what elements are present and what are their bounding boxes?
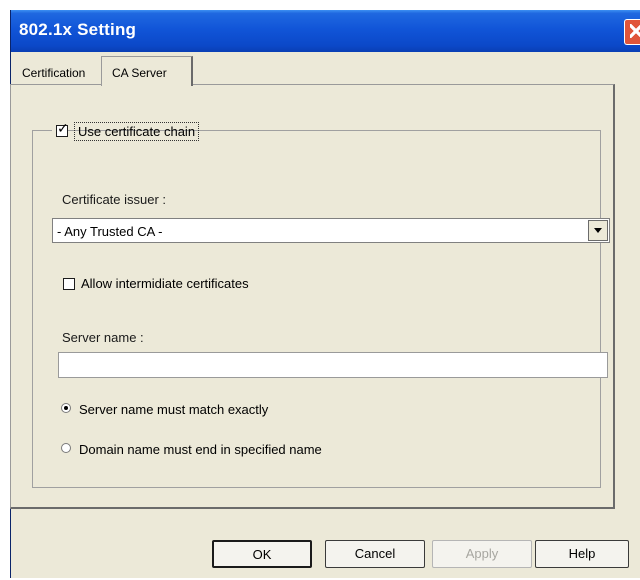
tab-certification[interactable]: Certification — [22, 66, 85, 80]
close-icon[interactable] — [624, 19, 640, 45]
group-legend: Use certificate chain — [52, 120, 200, 142]
radio-match-exactly-label[interactable]: Server name must match exactly — [79, 402, 268, 417]
chevron-down-icon[interactable] — [588, 220, 608, 241]
help-button[interactable]: Help — [535, 540, 629, 568]
use-certificate-chain-checkbox[interactable] — [56, 121, 69, 137]
allow-intermediate-label[interactable]: Allow intermidiate certificates — [81, 276, 249, 291]
tab-ca-server[interactable]: CA Server — [101, 56, 193, 86]
use-certificate-chain-label[interactable]: Use certificate chain — [74, 122, 200, 141]
certificate-chain-group — [32, 130, 601, 488]
radio-domain-suffix-label[interactable]: Domain name must end in specified name — [79, 442, 322, 457]
certificate-issuer-dropdown[interactable]: - Any Trusted CA - — [52, 218, 610, 243]
radio-domain-suffix-button[interactable] — [61, 443, 71, 453]
ok-button[interactable]: OK — [212, 540, 312, 568]
radio-match-exactly-button[interactable] — [61, 403, 71, 413]
allow-intermediate-checkbox[interactable] — [63, 278, 75, 290]
cancel-button[interactable]: Cancel — [325, 540, 425, 568]
certificate-issuer-value: - Any Trusted CA - — [57, 224, 163, 239]
server-name-input[interactable] — [58, 352, 608, 378]
certificate-issuer-label: Certificate issuer : — [62, 192, 167, 207]
apply-button[interactable]: Apply — [432, 540, 532, 568]
tab-ca-server-label: CA Server — [112, 66, 167, 80]
window-title: 802.1x Setting — [19, 20, 137, 39]
title-bar: 802.1x Setting — [11, 10, 640, 52]
server-name-label: Server name : — [62, 330, 144, 345]
